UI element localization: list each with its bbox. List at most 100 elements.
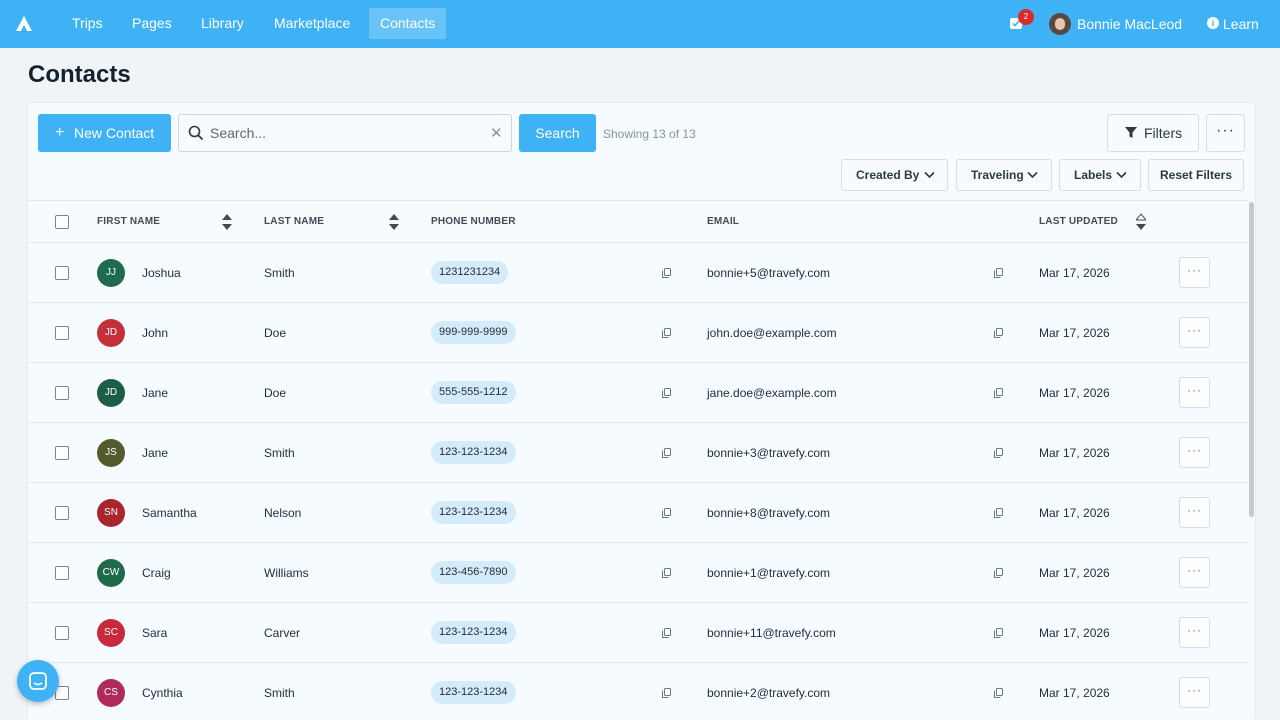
copy-icon — [662, 628, 671, 638]
email-cell[interactable]: bonnie+11@travefy.com — [707, 626, 836, 640]
table-row[interactable]: SN Samantha Nelson 123-123-1234 bonnie+8@tra… — [28, 483, 1248, 543]
phone-number-pill[interactable]: 555-555-1212 — [431, 381, 516, 404]
column-last-updated[interactable]: LAST UPDATED — [1039, 216, 1118, 227]
user-name-menu[interactable]: Bonnie MacLeod — [1077, 16, 1182, 32]
row-checkbox[interactable] — [55, 626, 69, 640]
learn-link[interactable]: Learn — [1223, 16, 1259, 32]
last-name-cell[interactable]: Doe — [264, 326, 286, 340]
traveling-dropdown[interactable]: Traveling — [956, 159, 1052, 191]
last-name-cell[interactable]: Carver — [264, 626, 300, 640]
row-actions-button[interactable]: ··· — [1179, 377, 1210, 408]
row-actions-button[interactable]: ··· — [1179, 617, 1210, 648]
new-contact-button[interactable]: + New Contact — [38, 114, 171, 152]
first-name-cell[interactable]: John — [142, 326, 168, 340]
row-actions-button[interactable]: ··· — [1179, 497, 1210, 528]
last-name-cell[interactable]: Smith — [264, 446, 295, 460]
row-actions-button[interactable]: ··· — [1179, 437, 1210, 468]
created-by-dropdown[interactable]: Created By — [841, 159, 948, 191]
more-options-button[interactable]: ··· — [1206, 114, 1245, 152]
email-cell[interactable]: bonnie+8@travefy.com — [707, 506, 830, 520]
last-name-cell[interactable]: Smith — [264, 266, 295, 280]
user-avatar[interactable] — [1049, 13, 1071, 35]
column-last-name[interactable]: LAST NAME — [264, 216, 324, 227]
table-row[interactable]: JS Jane Smith 123-123-1234 bonnie+3@travefy.… — [28, 423, 1248, 483]
nav-item-marketplace[interactable]: Marketplace — [263, 8, 361, 39]
table-row[interactable]: SC Sara Carver 123-123-1234 bonnie+11@travef… — [28, 603, 1248, 663]
select-all-checkbox[interactable] — [55, 215, 69, 229]
row-checkbox[interactable] — [55, 266, 69, 280]
copy-icon — [662, 688, 671, 698]
copy-icon — [994, 688, 1003, 698]
row-actions-button[interactable]: ··· — [1179, 257, 1210, 288]
nav-item-trips[interactable]: Trips — [61, 8, 114, 39]
reset-filters-button[interactable]: Reset Filters — [1148, 159, 1244, 191]
column-first-name[interactable]: FIRST NAME — [97, 216, 160, 227]
phone-number-pill[interactable]: 123-123-1234 — [431, 621, 516, 644]
travefy-logo-icon[interactable] — [14, 14, 34, 34]
table-row[interactable]: CS Cynthia Smith 123-123-1234 bonnie+2@trave… — [28, 663, 1248, 720]
row-checkbox[interactable] — [55, 326, 69, 340]
clear-search-icon[interactable]: ✕ — [490, 124, 503, 142]
copy-icon — [662, 268, 671, 278]
phone-number-pill[interactable]: 1231231234 — [431, 261, 509, 284]
contact-avatar: JD — [97, 379, 125, 407]
copy-icon — [994, 448, 1003, 458]
phone-number-pill[interactable]: 123-123-1234 — [431, 441, 516, 464]
email-cell[interactable]: bonnie+1@travefy.com — [707, 566, 830, 580]
phone-number-pill[interactable]: 123-123-1234 — [431, 681, 516, 704]
copy-icon — [994, 328, 1003, 338]
sort-icon[interactable] — [222, 213, 232, 231]
labels-dropdown[interactable]: Labels — [1059, 159, 1141, 191]
search-button[interactable]: Search — [519, 114, 596, 152]
plus-icon: + — [55, 124, 65, 141]
table-row[interactable]: JD Jane Doe 555-555-1212 jane.doe@example.co… — [28, 363, 1248, 423]
chat-support-button[interactable] — [17, 660, 59, 702]
first-name-cell[interactable]: Sara — [142, 626, 167, 640]
search-icon — [188, 125, 204, 141]
phone-number-pill[interactable]: 123-123-1234 — [431, 501, 516, 524]
last-name-cell[interactable]: Nelson — [264, 506, 301, 520]
row-actions-button[interactable]: ··· — [1179, 677, 1210, 708]
table-scrollbar[interactable] — [1249, 202, 1254, 517]
nav-item-library[interactable]: Library — [190, 8, 255, 39]
row-checkbox[interactable] — [55, 446, 69, 460]
row-checkbox[interactable] — [55, 506, 69, 520]
row-checkbox[interactable] — [55, 386, 69, 400]
email-cell[interactable]: bonnie+3@travefy.com — [707, 446, 830, 460]
sort-icon[interactable] — [1136, 213, 1146, 231]
first-name-cell[interactable]: Craig — [142, 566, 171, 580]
first-name-cell[interactable]: Joshua — [142, 266, 181, 280]
last-name-cell[interactable]: Williams — [264, 566, 309, 580]
table-row[interactable]: CW Craig Williams 123-456-7890 bonnie+1@trav… — [28, 543, 1248, 603]
table-row[interactable]: JD John Doe 999-999-9999 john.doe@example.co… — [28, 303, 1248, 363]
row-actions-button[interactable]: ··· — [1179, 557, 1210, 588]
row-checkbox[interactable] — [55, 566, 69, 580]
email-cell[interactable]: john.doe@example.com — [707, 326, 837, 340]
first-name-cell[interactable]: Samantha — [142, 506, 197, 520]
search-input[interactable] — [210, 124, 480, 142]
first-name-cell[interactable]: Jane — [142, 446, 168, 460]
nav-item-contacts[interactable]: Contacts — [369, 8, 447, 39]
page-title: Contacts — [28, 61, 131, 88]
filters-button[interactable]: Filters — [1107, 114, 1199, 152]
last-name-cell[interactable]: Smith — [264, 686, 295, 700]
last-name-cell[interactable]: Doe — [264, 386, 286, 400]
last-updated-cell: Mar 17, 2026 — [1039, 446, 1110, 460]
first-name-cell[interactable]: Cynthia — [142, 686, 183, 700]
row-actions-button[interactable]: ··· — [1179, 317, 1210, 348]
first-name-cell[interactable]: Jane — [142, 386, 168, 400]
email-cell[interactable]: bonnie+5@travefy.com — [707, 266, 830, 280]
labels-label: Labels — [1074, 168, 1113, 182]
filters-label: Filters — [1144, 125, 1183, 141]
phone-number-pill[interactable]: 123-456-7890 — [431, 561, 516, 584]
sort-icon[interactable] — [389, 213, 399, 231]
nav-item-pages[interactable]: Pages — [121, 8, 183, 39]
table-row[interactable]: JJ Joshua Smith 1231231234 bonnie+5@travefy.… — [28, 243, 1248, 303]
email-cell[interactable]: jane.doe@example.com — [707, 386, 837, 400]
phone-number-pill[interactable]: 999-999-9999 — [431, 321, 516, 344]
info-icon[interactable]: i — [1207, 17, 1219, 29]
contact-avatar: JJ — [97, 259, 125, 287]
chevron-down-icon — [1116, 171, 1127, 179]
created-by-label: Created By — [856, 168, 920, 182]
email-cell[interactable]: bonnie+2@travefy.com — [707, 686, 830, 700]
